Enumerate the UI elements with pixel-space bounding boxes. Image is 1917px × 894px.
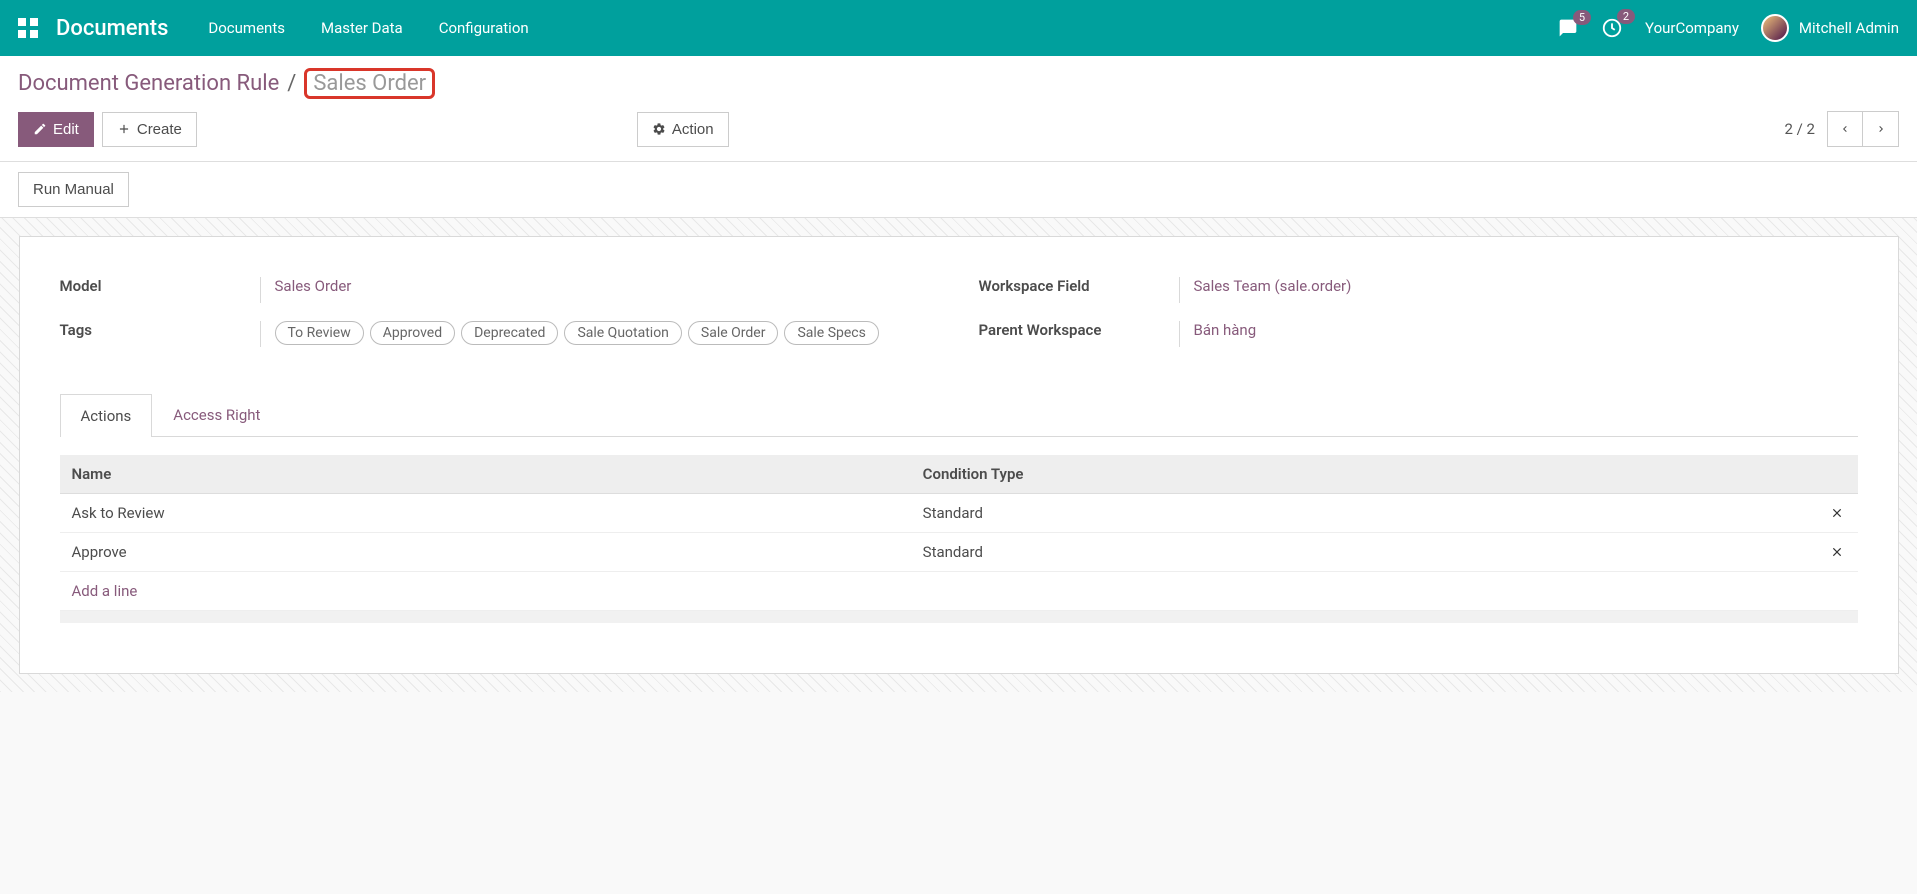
navbar: Documents Documents Master Data Configur…	[0, 0, 1917, 56]
brand[interactable]: Documents	[56, 16, 168, 41]
apps-icon[interactable]	[18, 18, 38, 38]
action-button[interactable]: Action	[637, 112, 729, 147]
navbar-right: 5 2 YourCompany Mitchell Admin	[1557, 14, 1899, 42]
delete-row-button[interactable]	[1818, 494, 1858, 533]
cell-cond: Standard	[911, 533, 1818, 572]
model-label: Model	[60, 277, 260, 295]
messages-icon[interactable]: 5	[1557, 18, 1579, 38]
breadcrumb-parent[interactable]: Document Generation Rule	[18, 71, 279, 96]
activities-badge: 2	[1617, 9, 1635, 24]
table-row[interactable]: Ask to Review Standard	[60, 494, 1858, 533]
workspace-field-value[interactable]: Sales Team (sale.order)	[1179, 277, 1858, 303]
add-line-link[interactable]: Add a line	[72, 582, 138, 600]
breadcrumb-current: Sales Order	[313, 71, 426, 96]
content-area: Model Sales Order Tags To Review Approve…	[0, 218, 1917, 692]
cell-cond: Standard	[911, 494, 1818, 533]
breadcrumb: Document Generation Rule / Sales Order	[18, 68, 1899, 99]
cell-name: Ask to Review	[60, 494, 911, 533]
parent-workspace-value[interactable]: Bán hàng	[1179, 321, 1858, 347]
tabs: Actions Access Right	[60, 393, 1858, 437]
col-name[interactable]: Name	[60, 455, 911, 494]
workspace-field-label: Workspace Field	[979, 277, 1179, 295]
avatar-icon	[1761, 14, 1789, 42]
gear-icon	[652, 122, 666, 136]
chevron-right-icon	[1875, 122, 1887, 136]
cell-name: Approve	[60, 533, 911, 572]
create-label: Create	[137, 121, 182, 138]
chevron-left-icon	[1839, 122, 1851, 136]
company-selector[interactable]: YourCompany	[1645, 19, 1739, 37]
delete-row-button[interactable]	[1818, 533, 1858, 572]
tab-access-right[interactable]: Access Right	[152, 393, 281, 436]
plus-icon	[117, 122, 131, 136]
action-label: Action	[672, 121, 714, 138]
table-row[interactable]: Approve Standard	[60, 533, 1858, 572]
button-row: Edit Create Action 2 / 2	[18, 111, 1899, 147]
messages-badge: 5	[1573, 10, 1591, 25]
actions-table: Name Condition Type Ask to Review Standa…	[60, 455, 1858, 623]
breadcrumb-current-highlight: Sales Order	[304, 68, 435, 99]
tag-approved[interactable]: Approved	[370, 321, 455, 345]
run-manual-button[interactable]: Run Manual	[18, 172, 129, 207]
parent-workspace-label: Parent Workspace	[979, 321, 1179, 339]
control-panel: Document Generation Rule / Sales Order E…	[0, 56, 1917, 162]
nav-links: Documents Master Data Configuration	[208, 19, 1557, 37]
status-bar: Run Manual	[0, 162, 1917, 218]
pencil-icon	[33, 122, 47, 136]
form-sheet: Model Sales Order Tags To Review Approve…	[19, 236, 1899, 674]
nav-link-configuration[interactable]: Configuration	[439, 19, 529, 37]
nav-link-documents[interactable]: Documents	[208, 19, 285, 37]
tags-value: To Review Approved Deprecated Sale Quota…	[260, 321, 939, 347]
user-name: Mitchell Admin	[1799, 19, 1899, 37]
create-button[interactable]: Create	[102, 112, 197, 147]
close-icon	[1830, 506, 1844, 520]
col-delete	[1818, 455, 1858, 494]
col-condition-type[interactable]: Condition Type	[911, 455, 1818, 494]
nav-link-master-data[interactable]: Master Data	[321, 19, 403, 37]
pager: 2 / 2	[1785, 111, 1900, 147]
edit-button[interactable]: Edit	[18, 112, 94, 147]
tags-label: Tags	[60, 321, 260, 339]
tag-to-review[interactable]: To Review	[275, 321, 364, 345]
add-line-row: Add a line	[60, 572, 1858, 611]
tag-deprecated[interactable]: Deprecated	[461, 321, 558, 345]
table-footer-bar	[60, 611, 1858, 623]
tag-sale-order[interactable]: Sale Order	[688, 321, 779, 345]
edit-label: Edit	[53, 121, 79, 138]
model-value[interactable]: Sales Order	[260, 277, 939, 303]
tag-sale-specs[interactable]: Sale Specs	[784, 321, 878, 345]
activities-icon[interactable]: 2	[1601, 17, 1623, 39]
tab-actions[interactable]: Actions	[60, 394, 153, 437]
user-menu[interactable]: Mitchell Admin	[1761, 14, 1899, 42]
pager-prev[interactable]	[1827, 111, 1863, 147]
breadcrumb-separator: /	[287, 71, 296, 96]
pager-next[interactable]	[1863, 111, 1899, 147]
pager-counter: 2 / 2	[1785, 120, 1816, 138]
close-icon	[1830, 545, 1844, 559]
tag-sale-quotation[interactable]: Sale Quotation	[564, 321, 681, 345]
